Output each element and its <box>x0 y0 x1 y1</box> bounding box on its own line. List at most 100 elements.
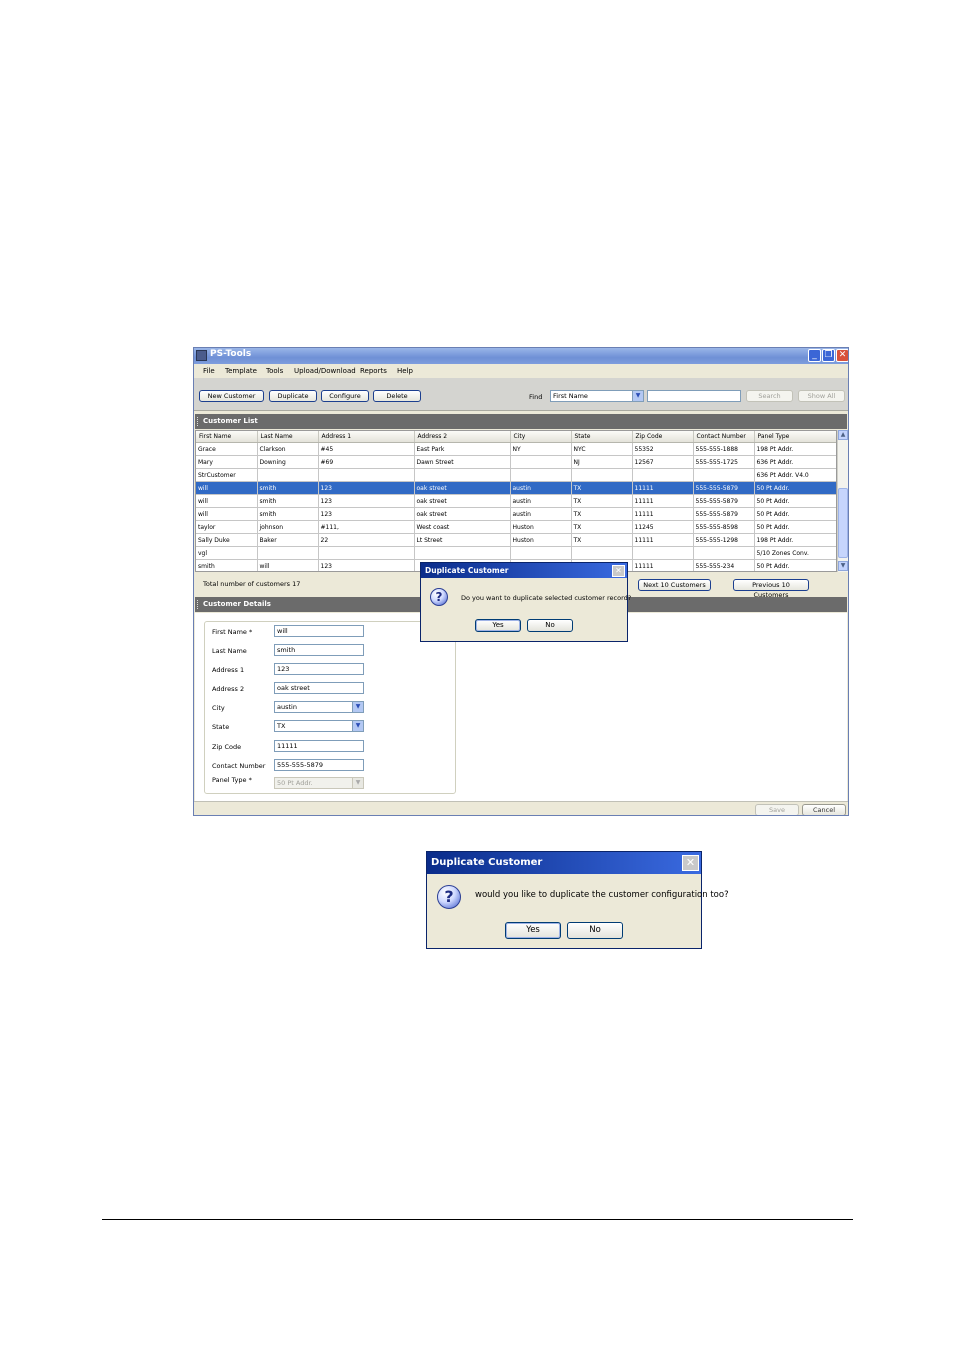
table-row[interactable]: vgl 5/10 Zones Conv. <box>196 546 836 560</box>
col-address-2[interactable]: Address 2 <box>414 431 511 443</box>
menu-help[interactable]: Help <box>397 367 413 375</box>
state-select[interactable]: TX ▼ <box>274 720 364 732</box>
menu-reports[interactable]: Reports <box>360 367 387 375</box>
dialog-message: Do you want to duplicate selected custom… <box>461 594 632 602</box>
contact-number-field[interactable]: 555-555-5879 <box>274 759 364 771</box>
panel-type-value: 50 Pt Addr. <box>277 779 313 787</box>
delete-button[interactable]: Delete <box>373 390 421 402</box>
col-first-name[interactable]: First Name <box>196 431 258 443</box>
table-cell: 555-555-5879 <box>693 481 755 495</box>
configure-button[interactable]: Configure <box>321 390 369 402</box>
state-value: TX <box>277 722 286 730</box>
col-zip-code[interactable]: Zip Code <box>632 431 694 443</box>
address-2-field[interactable]: oak street <box>274 682 364 694</box>
scroll-thumb[interactable] <box>838 488 848 558</box>
table-cell: 636 Pt Addr. <box>754 455 836 469</box>
table-cell: Dawn Street <box>414 455 511 469</box>
col-state[interactable]: State <box>571 431 633 443</box>
no-button[interactable]: No <box>567 922 623 939</box>
table-cell: austin <box>510 507 572 521</box>
table-cell: oak street <box>414 481 511 495</box>
table-cell: 11245 <box>632 520 694 534</box>
table-row[interactable]: Grace Clarkson #45 East Park NY NYC 55352 555-5… <box>196 442 836 456</box>
table-cell: will <box>196 481 258 495</box>
table-row[interactable]: taylor johnson #111, West coast Huston TX 1124… <box>196 520 836 534</box>
scroll-up-icon[interactable]: ▲ <box>838 430 848 440</box>
city-select[interactable]: austin ▼ <box>274 701 364 713</box>
chevron-down-icon[interactable]: ▼ <box>352 721 363 731</box>
panel-type-select[interactable]: 50 Pt Addr. ▼ <box>274 777 364 789</box>
question-icon: ? <box>437 885 461 909</box>
menu-file[interactable]: File <box>203 367 215 375</box>
table-cell: Grace <box>196 442 258 456</box>
col-panel-type[interactable]: Panel Type <box>754 431 836 443</box>
first-name-field[interactable]: will <box>274 625 364 637</box>
customer-list-title: Customer List <box>203 417 258 425</box>
table-cell: East Park <box>414 442 511 456</box>
duplicate-button[interactable]: Duplicate <box>269 390 317 402</box>
restore-button[interactable]: ❐ <box>822 349 835 362</box>
dialog-title-bar[interactable]: Duplicate Customer <box>421 563 627 578</box>
table-cell: 11111 <box>632 559 694 571</box>
zip-code-label: Zip Code <box>212 743 242 751</box>
find-field-select[interactable]: First Name ▼ <box>550 390 644 402</box>
dialog-title-bar[interactable]: Duplicate Customer <box>427 852 701 874</box>
cancel-button[interactable]: Cancel <box>802 804 846 815</box>
col-last-name[interactable]: Last Name <box>257 431 319 443</box>
table-cell: taylor <box>196 520 258 534</box>
table-row[interactable]: Sally Duke Baker 22 Lt Street Huston TX 11111 5… <box>196 533 836 547</box>
new-customer-button[interactable]: New Customer <box>199 390 264 402</box>
no-button[interactable]: No <box>527 619 573 632</box>
dialog-title: Duplicate Customer <box>425 566 509 575</box>
col-city[interactable]: City <box>510 431 572 443</box>
duplicate-record-dialog: Duplicate Customer ✕ ? Do you want to du… <box>420 562 632 642</box>
window-title: PS-Tools <box>210 349 252 359</box>
customer-table: First Name Last Name Address 1 Address 2… <box>195 430 837 572</box>
table-row[interactable]: will smith 123 oak street austin TX 11111 555-5… <box>196 507 836 521</box>
table-cell: 123 <box>318 507 415 521</box>
show-all-button[interactable]: Show All <box>798 390 845 402</box>
next-10-customers-button[interactable]: Next 10 Customers <box>638 579 711 591</box>
table-scrollbar[interactable]: ▲ ▼ <box>837 430 848 572</box>
last-name-field[interactable]: smith <box>274 644 364 656</box>
table-cell: 50 Pt Addr. <box>754 494 836 508</box>
find-label: Find <box>529 393 543 401</box>
minimize-button[interactable]: _ <box>808 349 821 362</box>
menu-upload-download[interactable]: Upload/Download <box>294 367 356 375</box>
table-cell: 555-555-5879 <box>693 507 755 521</box>
table-cell <box>510 455 572 469</box>
table-header-row: First Name Last Name Address 1 Address 2… <box>196 431 836 443</box>
zip-code-field[interactable]: 11111 <box>274 740 364 752</box>
table-cell: StrCustomer <box>196 468 258 482</box>
table-cell: smith <box>257 494 319 508</box>
table-row[interactable]: will smith 123 oak street austin TX 11111 555-5… <box>196 494 836 508</box>
close-button[interactable]: ✕ <box>836 349 848 362</box>
chevron-down-icon[interactable]: ▼ <box>632 391 643 401</box>
yes-button[interactable]: Yes <box>505 922 561 939</box>
dialog-close-button[interactable]: ✕ <box>682 855 699 871</box>
title-bar[interactable]: PS-Tools _ ❐ ✕ <box>194 348 848 364</box>
address-1-field[interactable]: 123 <box>274 663 364 675</box>
yes-button[interactable]: Yes <box>475 619 521 632</box>
save-button[interactable]: Save <box>755 804 799 815</box>
customer-details-title: Customer Details <box>203 600 271 608</box>
table-cell: 5/10 Zones Conv. <box>754 546 836 560</box>
menu-template[interactable]: Template <box>225 367 257 375</box>
scroll-down-icon[interactable]: ▼ <box>838 561 848 571</box>
menu-tools[interactable]: Tools <box>266 367 283 375</box>
chevron-down-icon: ▼ <box>352 778 363 788</box>
table-cell: 50 Pt Addr. <box>754 507 836 521</box>
table-row[interactable]: Mary Downing #69 Dawn Street NJ 12567 555-555-… <box>196 455 836 469</box>
col-contact[interactable]: Contact Number <box>693 431 755 443</box>
dialog-close-button[interactable]: ✕ <box>612 565 625 577</box>
table-row[interactable]: will smith 123 oak street austin TX 11111 555-5… <box>196 481 836 495</box>
last-name-label: Last Name <box>212 647 247 655</box>
col-address-1[interactable]: Address 1 <box>318 431 415 443</box>
table-row[interactable]: StrCustomer 636 Pt Addr. V4.0 <box>196 468 836 482</box>
chevron-down-icon[interactable]: ▼ <box>352 702 363 712</box>
table-cell: Huston <box>510 533 572 547</box>
table-cell: oak street <box>414 494 511 508</box>
find-input[interactable] <box>647 390 741 402</box>
previous-10-customers-button[interactable]: Previous 10 Customers <box>733 579 809 599</box>
search-button[interactable]: Search <box>746 390 793 402</box>
